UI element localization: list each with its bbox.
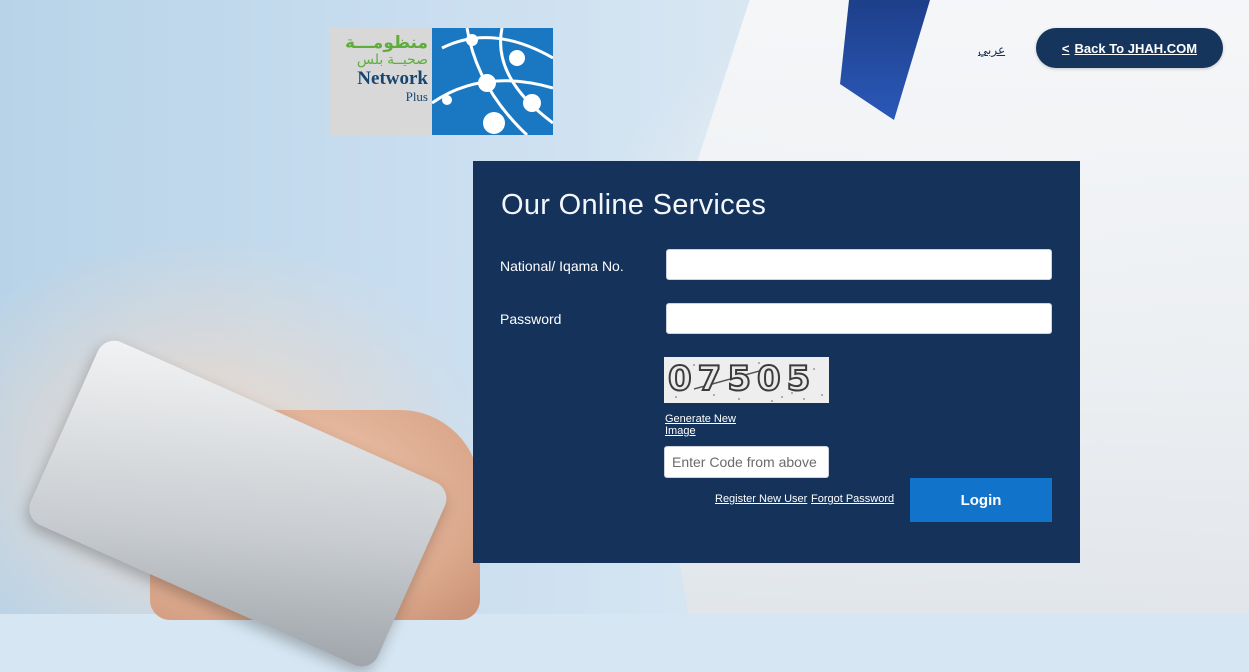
login-panel: Our Online Services National/ Iqama No. … <box>473 161 1080 563</box>
arabic-language-link[interactable]: عربي <box>978 43 1005 57</box>
chevron-left-icon: < <box>1061 40 1070 56</box>
logo-arabic-line2: صحيــة بلس <box>356 51 428 67</box>
logo-arabic-line1: منظومـــة <box>345 33 428 52</box>
panel-title: Our Online Services <box>501 189 767 221</box>
national-id-label: National/ Iqama No. <box>500 258 624 274</box>
forgot-password-link[interactable]: Forgot Password <box>811 493 894 505</box>
network-nodes-icon <box>432 28 553 135</box>
register-new-user-link[interactable]: Register New User <box>715 493 807 505</box>
captcha-code-input[interactable] <box>664 446 829 478</box>
password-label: Password <box>500 311 562 327</box>
logo-text-block: منظومـــة صحيــة بلس Network Plus <box>330 28 432 135</box>
generate-new-image-link[interactable]: Generate New Image <box>665 413 755 437</box>
national-id-input[interactable] <box>666 249 1052 280</box>
password-input[interactable] <box>666 303 1052 334</box>
login-button[interactable]: Login <box>910 478 1052 522</box>
logo-english-line1: Network <box>357 68 428 89</box>
network-plus-logo: منظومـــة صحيــة بلس Network Plus <box>330 28 553 135</box>
back-to-jhah-button[interactable]: < Back To JHAH.COM <box>1036 28 1223 68</box>
back-button-label: Back To JHAH.COM <box>1074 40 1198 56</box>
captcha-code: 07505 <box>667 359 817 399</box>
captcha-image: 07505 <box>664 357 829 403</box>
logo-english-line2: Plus <box>405 89 428 104</box>
logo-network-graphic <box>432 28 553 135</box>
